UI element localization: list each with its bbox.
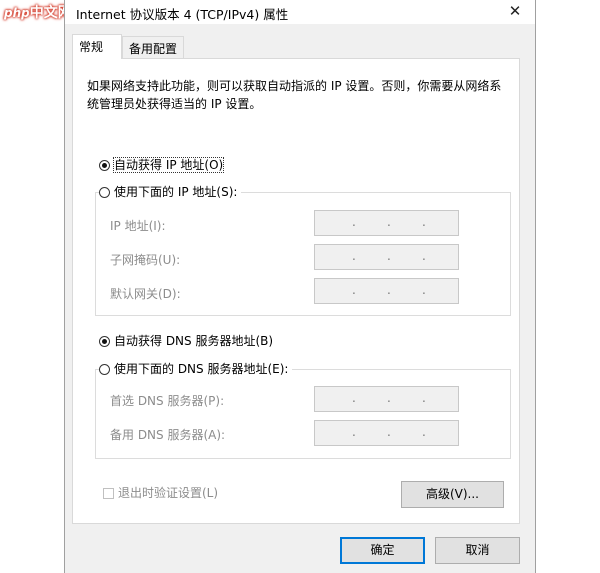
default-gateway-label: 默认网关(D): — [110, 287, 181, 301]
advanced-button[interactable]: 高级(V)... — [401, 481, 504, 508]
preferred-dns-label: 首选 DNS 服务器(P): — [110, 394, 225, 408]
cancel-button[interactable]: 取消 — [435, 537, 520, 564]
validate-settings-checkbox — [103, 488, 114, 499]
ok-button[interactable]: 确定 — [340, 537, 425, 564]
close-icon: ✕ — [508, 2, 522, 20]
tab-general-label: 常规 — [79, 40, 104, 54]
manual-dns-label: 使用下面的 DNS 服务器地址(E): — [114, 362, 289, 376]
manual-ip-label: 使用下面的 IP 地址(S): — [114, 185, 238, 199]
title-bar: Internet 协议版本 4 (TCP/IPv4) 属性 ✕ — [65, 0, 535, 24]
manual-ip-radio[interactable] — [99, 187, 110, 198]
preferred-dns-input: ... — [314, 386, 459, 412]
auto-dns-radio-row[interactable]: 自动获得 DNS 服务器地址(B) — [99, 332, 278, 350]
alternate-dns-input: ... — [314, 420, 459, 446]
default-gateway-input: ... — [314, 278, 459, 304]
advanced-button-label: 高级(V)... — [425, 487, 480, 501]
tab-general[interactable]: 常规 — [72, 34, 122, 59]
ipv4-properties-dialog: Internet 协议版本 4 (TCP/IPv4) 属性 ✕ 常规 备用配置 … — [64, 0, 536, 573]
ip-fields-group: IP 地址(I): ... 子网掩码(U): ... 默认网关(D): ... — [95, 192, 511, 316]
subnet-mask-input: ... — [314, 244, 459, 270]
auto-ip-radio-row[interactable]: 自动获得 IP 地址(O) — [99, 156, 228, 174]
validate-settings-row: 退出时验证设置(L) — [103, 484, 218, 501]
dns-fields-group: 首选 DNS 服务器(P): ... 备用 DNS 服务器(A): ... — [95, 369, 511, 459]
ip-address-label: IP 地址(I): — [110, 219, 166, 233]
alternate-dns-label: 备用 DNS 服务器(A): — [110, 428, 226, 442]
description-text: 如果网络支持此功能，则可以获取自动指派的 IP 设置。否则，你需要从网络系统管理… — [87, 79, 502, 111]
subnet-mask-label: 子网掩码(U): — [110, 253, 181, 267]
close-button[interactable]: ✕ — [495, 0, 535, 24]
auto-dns-label: 自动获得 DNS 服务器地址(B) — [114, 334, 274, 348]
validate-settings-label: 退出时验证设置(L) — [118, 486, 219, 500]
window-title: Internet 协议版本 4 (TCP/IPv4) 属性 — [76, 7, 289, 22]
cancel-button-label: 取消 — [465, 543, 490, 557]
tab-alternate-label: 备用配置 — [129, 42, 178, 56]
auto-dns-radio[interactable] — [99, 336, 110, 347]
tab-alternate-configuration[interactable]: 备用配置 — [122, 36, 184, 58]
ok-button-label: 确定 — [370, 543, 395, 557]
manual-ip-radio-row[interactable]: 使用下面的 IP 地址(S): — [99, 183, 242, 201]
general-tab-panel: 如果网络支持此功能，则可以获取自动指派的 IP 设置。否则，你需要从网络系统管理… — [72, 58, 520, 524]
auto-ip-radio[interactable] — [99, 160, 110, 171]
auto-ip-label: 自动获得 IP 地址(O) — [112, 157, 225, 173]
manual-dns-radio-row[interactable]: 使用下面的 DNS 服务器地址(E): — [99, 360, 293, 378]
logo-php-text: php — [4, 6, 30, 20]
ip-address-input: ... — [314, 210, 459, 236]
manual-dns-radio[interactable] — [99, 364, 110, 375]
